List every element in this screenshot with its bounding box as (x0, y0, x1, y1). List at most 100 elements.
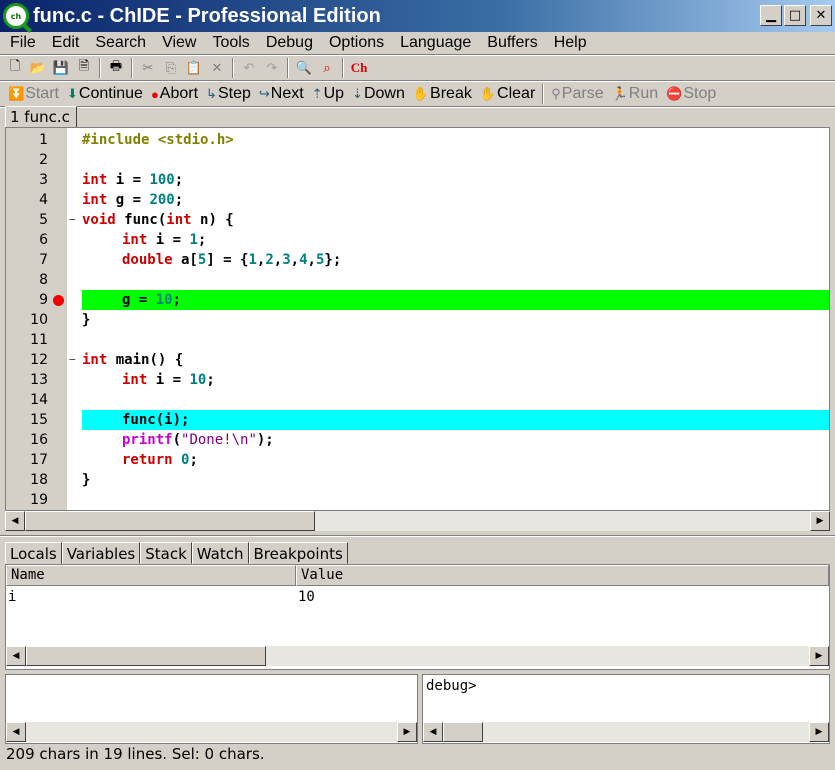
break-button[interactable]: ✋ Break (409, 85, 476, 103)
code-line[interactable]: 2 (6, 150, 829, 170)
code-line[interactable]: 19 (6, 490, 829, 510)
step-button[interactable]: ↳ Step (202, 85, 255, 103)
code-line[interactable]: 6 int i = 1; (6, 230, 829, 250)
caller-line[interactable]: 15 func(i); (6, 410, 829, 430)
paste-icon[interactable]: 📋 (183, 57, 205, 79)
breakpoint-icon[interactable] (53, 295, 64, 306)
scroll-right-button[interactable]: ▶ (809, 722, 829, 742)
continue-button[interactable]: ⬇ Continue (63, 85, 147, 103)
menu-options[interactable]: Options (319, 34, 390, 52)
minimize-button[interactable]: ▁ (760, 5, 782, 26)
up-button[interactable]: ⇡ Up (308, 85, 348, 103)
current-execution-line[interactable]: 9 g = 10; (6, 290, 829, 310)
code-line[interactable]: 1 #include <stdio.h> (6, 130, 829, 150)
tab-locals[interactable]: Locals (5, 542, 62, 564)
debug-tabs: Locals Variables Stack Watch Breakpoints (5, 542, 348, 564)
column-header-name[interactable]: Name (6, 565, 296, 586)
run-button[interactable]: 🏃 Run (608, 85, 663, 103)
down-button[interactable]: ⇣ Down (348, 85, 409, 103)
code-line[interactable]: 7 double a[5] = {1,2,3,4,5}; (6, 250, 829, 270)
stop-button[interactable]: ⛔ Stop (662, 85, 720, 103)
scrollbar-thumb[interactable] (25, 511, 315, 531)
close-file-icon[interactable]: 🗎 (73, 57, 95, 79)
code-line[interactable]: 11 (6, 330, 829, 350)
code-line[interactable]: 18 } (6, 470, 829, 490)
menu-buffers[interactable]: Buffers (477, 34, 543, 52)
debug-prompt[interactable]: debug> (426, 678, 477, 694)
menu-file[interactable]: File (0, 34, 42, 52)
save-icon[interactable]: 💾 (50, 57, 72, 79)
chide-app-icon[interactable]: ch (3, 3, 29, 29)
code-line[interactable]: 4 int g = 200; (6, 190, 829, 210)
tab-watch[interactable]: Watch (191, 542, 249, 564)
fold-marker-icon[interactable]: − (69, 350, 76, 370)
find-icon[interactable]: 🔍 (293, 57, 315, 79)
code-token: g = (107, 192, 150, 208)
toolbar-separator (342, 58, 344, 78)
code-editor[interactable]: 1 #include <stdio.h> 2 3 int i = 100; 4 … (5, 127, 830, 511)
fold-marker-icon[interactable]: − (69, 210, 76, 230)
clear-button[interactable]: ✋ Clear (476, 85, 539, 103)
scroll-left-button[interactable]: ◀ (6, 646, 26, 666)
scrollbar-thumb[interactable] (443, 722, 483, 742)
output-horizontal-scrollbar[interactable]: ◀ ▶ (6, 722, 417, 742)
abort-button[interactable]: ● Abort (147, 85, 202, 103)
copy-icon[interactable]: ⎘ (160, 57, 182, 79)
open-folder-icon[interactable]: 📂 (27, 57, 49, 79)
code-line[interactable]: 17 return 0; (6, 450, 829, 470)
start-button[interactable]: ⏬ Start (4, 85, 63, 103)
file-tab-label: 1 func.c (10, 108, 70, 126)
code-line[interactable]: 5 − void func(int n) { (6, 210, 829, 230)
delete-icon[interactable]: ✕ (206, 57, 228, 79)
code-token: } (82, 312, 91, 328)
redo-icon[interactable]: ↷ (261, 57, 283, 79)
code-line[interactable]: 8 (6, 270, 829, 290)
cut-icon[interactable]: ✂ (137, 57, 159, 79)
title-bar[interactable]: ch func.c - ChIDE - Professional Edition… (0, 0, 835, 32)
editor-horizontal-scrollbar[interactable]: ◀ ▶ (5, 511, 830, 531)
scroll-right-button[interactable]: ▶ (810, 511, 830, 531)
abort-label: Abort (159, 85, 199, 102)
menu-search[interactable]: Search (85, 34, 152, 52)
code-line[interactable]: 14 (6, 390, 829, 410)
scroll-left-button[interactable]: ◀ (5, 511, 25, 531)
locals-horizontal-scrollbar[interactable]: ◀ ▶ (6, 646, 829, 666)
menu-tools[interactable]: Tools (202, 34, 255, 52)
scrollbar-track[interactable] (26, 646, 809, 666)
scroll-left-button[interactable]: ◀ (423, 722, 443, 742)
scrollbar-track[interactable] (26, 722, 397, 742)
tab-breakpoints[interactable]: Breakpoints (248, 542, 348, 564)
menu-view[interactable]: View (152, 34, 202, 52)
close-button[interactable]: ✕ (810, 5, 832, 26)
code-line[interactable]: 13 int i = 10; (6, 370, 829, 390)
menu-language[interactable]: Language (390, 34, 477, 52)
menu-edit[interactable]: Edit (42, 34, 86, 52)
column-header-value[interactable]: Value (296, 565, 829, 586)
code-line[interactable]: 10 } (6, 310, 829, 330)
scroll-right-button[interactable]: ▶ (809, 646, 829, 666)
file-tab-func-c[interactable]: 1 func.c (5, 106, 77, 128)
next-button[interactable]: ↪ Next (255, 85, 308, 103)
scrollbar-track[interactable] (443, 722, 809, 742)
code-line[interactable]: 16 printf("Done!\n"); (6, 430, 829, 450)
ch-icon[interactable]: Ch (348, 57, 370, 79)
new-file-icon[interactable]: 🗋 (4, 57, 26, 79)
tab-variables[interactable]: Variables (61, 542, 141, 564)
tab-stack[interactable]: Stack (140, 542, 192, 564)
undo-icon[interactable]: ↶ (238, 57, 260, 79)
scroll-left-button[interactable]: ◀ (6, 722, 26, 742)
scrollbar-thumb[interactable] (26, 646, 266, 666)
app-icon-label: ch (10, 11, 22, 21)
parse-button[interactable]: ⚲ Parse (547, 85, 607, 103)
print-icon[interactable]: 🖶 (105, 57, 127, 79)
scroll-right-button[interactable]: ▶ (397, 722, 417, 742)
pane-splitter[interactable] (0, 535, 835, 537)
console-horizontal-scrollbar[interactable]: ◀ ▶ (423, 722, 829, 742)
replace-icon[interactable]: ⌕ (316, 57, 338, 79)
maximize-button[interactable]: □ (784, 5, 806, 26)
code-line[interactable]: 12 − int main() { (6, 350, 829, 370)
scrollbar-track[interactable] (25, 511, 810, 531)
code-line[interactable]: 3 int i = 100; (6, 170, 829, 190)
menu-help[interactable]: Help (544, 34, 593, 52)
menu-debug[interactable]: Debug (256, 34, 319, 52)
